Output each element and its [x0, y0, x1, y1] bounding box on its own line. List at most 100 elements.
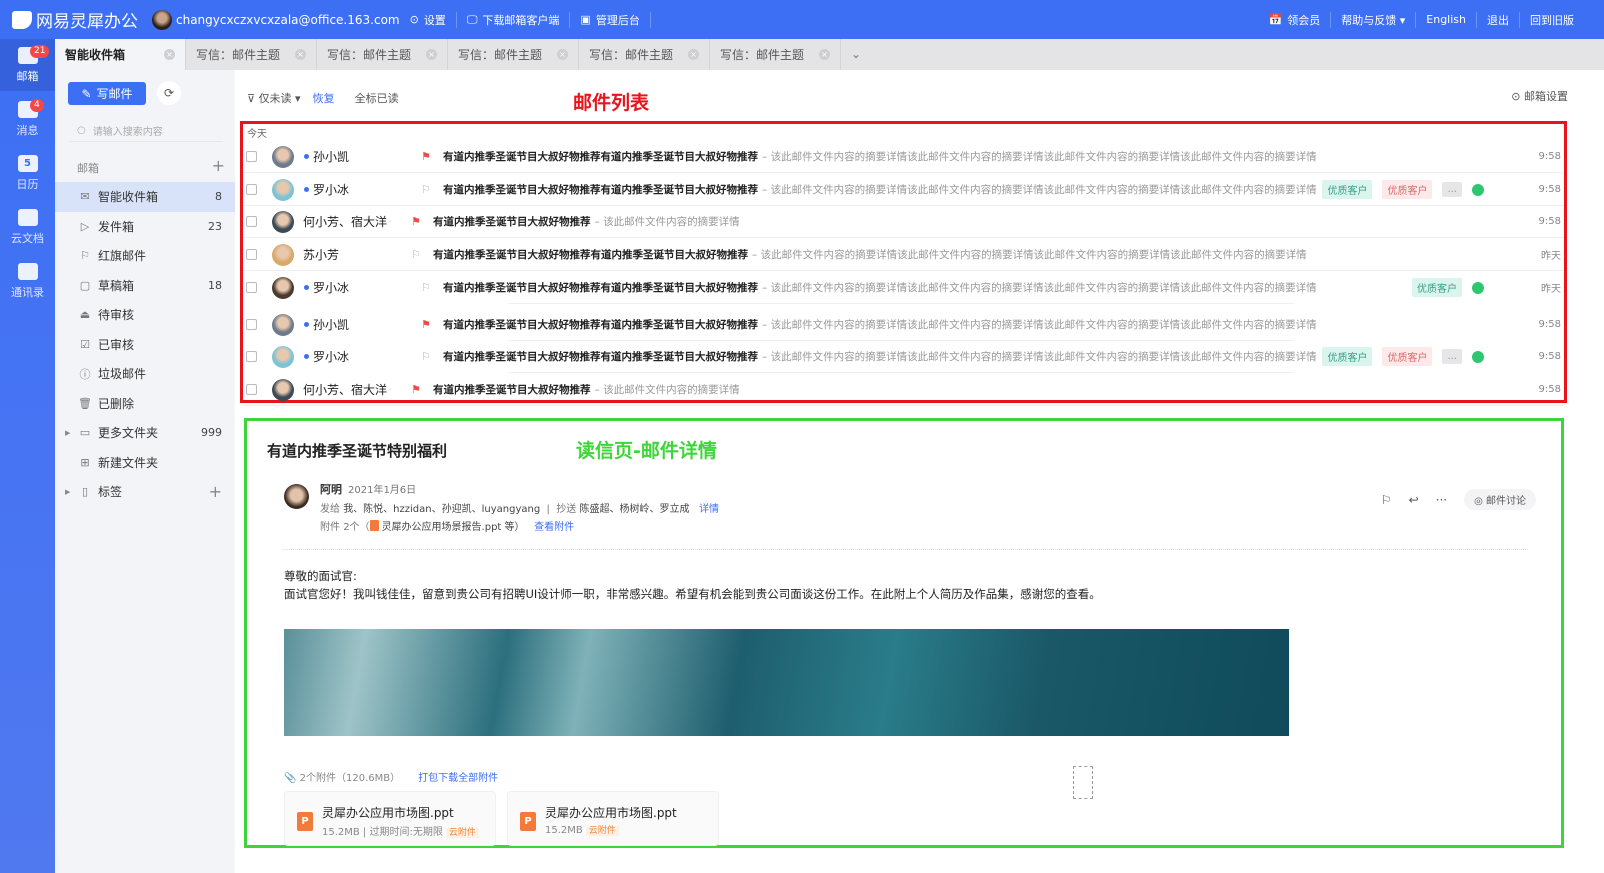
tab-compose[interactable]: 写信：邮件主题 ×	[710, 39, 841, 70]
tab-compose[interactable]: 写信：邮件主题 ×	[317, 39, 448, 70]
tab-compose[interactable]: 写信：邮件主题 ×	[186, 39, 317, 70]
view-attachments-link[interactable]: 查看附件	[534, 522, 574, 533]
mail-row[interactable]: 何小芳、宿大洋 ⚑ 有道内推季圣诞节目大叔好物推荐 – 该此邮件文件内容的摘要详情 9:…	[243, 373, 1564, 406]
folder-item[interactable]: ▢ 草稿箱 18	[55, 271, 235, 301]
sender-avatar[interactable]	[284, 484, 309, 509]
expand-arrow-icon[interactable]: ▶	[65, 488, 70, 496]
unread-dot	[304, 322, 309, 327]
close-icon[interactable]: ×	[688, 49, 699, 60]
folder-item[interactable]: ▶ ▭ 更多文件夹 999	[55, 418, 235, 448]
red-flag-icon[interactable]: ⚑	[421, 150, 437, 163]
vip-link[interactable]: 📅 领会员	[1259, 11, 1332, 28]
folder-item[interactable]: ☑ 已审核	[55, 330, 235, 360]
avatar	[272, 378, 294, 401]
folder-item[interactable]: ⚐ 红旗邮件	[55, 241, 235, 271]
folder-item[interactable]: ▶ ▯ 标签 +	[55, 477, 235, 507]
close-icon[interactable]: ×	[164, 49, 175, 60]
search-input[interactable]: ○ 请输入搜索内容	[69, 120, 223, 142]
close-icon[interactable]: ×	[819, 49, 830, 60]
annotation-mail-list: 邮件列表	[573, 92, 650, 114]
restore-link[interactable]: 恢复	[313, 90, 335, 106]
row-checkbox[interactable]	[246, 351, 257, 362]
folder-count: 8	[215, 190, 222, 204]
more-icon[interactable]: ···	[1436, 493, 1447, 507]
tab-smart-inbox[interactable]: 智能收件箱 ×	[55, 39, 186, 70]
mail-discussion-button[interactable]: ◎ 邮件讨论	[1464, 489, 1536, 510]
avatar	[272, 345, 294, 368]
row-checkbox[interactable]	[246, 282, 257, 293]
write-mail-button[interactable]: ✎ 写邮件	[68, 82, 146, 105]
flag-outline-icon[interactable]: ⚐	[421, 281, 437, 294]
attachment-name: 灵犀办公应用市场图.ppt	[322, 806, 454, 820]
unread-filter[interactable]: ⊽ 仅未读 ▾	[247, 90, 301, 106]
red-flag-icon[interactable]: ⚑	[411, 215, 427, 228]
settings-link[interactable]: ⊙ 设置	[400, 11, 457, 28]
rail-item-mail[interactable]: 邮箱 21	[0, 39, 55, 91]
logo[interactable]: 网易灵犀办公	[12, 7, 138, 32]
row-checkbox[interactable]	[246, 151, 257, 162]
old-version-link[interactable]: 回到旧版	[1520, 12, 1584, 28]
sender-name[interactable]: 阿明	[320, 483, 342, 496]
rail-item-message[interactable]: 消息 4	[0, 93, 55, 145]
logout-link[interactable]: 退出	[1477, 11, 1520, 28]
more-tags-button[interactable]: ...	[1442, 349, 1462, 364]
english-link[interactable]: English	[1416, 11, 1477, 28]
details-link[interactable]: 详情	[699, 504, 719, 515]
download-all-link[interactable]: 打包下载全部附件	[418, 769, 498, 784]
expand-arrow-icon[interactable]: ▶	[65, 429, 70, 437]
download-client-link[interactable]: 🖵 下载邮箱客户端	[457, 11, 571, 28]
red-flag-icon[interactable]: ⚑	[421, 318, 437, 331]
close-icon[interactable]: ×	[426, 49, 437, 60]
mail-row[interactable]: 罗小冰 ⚐ 有道内推季圣诞节目大叔好物推荐有道内推季圣诞节目大叔好物推荐 – 该此邮件…	[243, 340, 1564, 373]
attachment-name: 灵犀办公应用市场图.ppt	[545, 806, 677, 820]
mailbox-settings-button[interactable]: ⊙ 邮箱设置	[1511, 88, 1568, 104]
flag-outline-icon[interactable]: ⚐	[411, 248, 427, 261]
close-icon[interactable]: ×	[557, 49, 568, 60]
refresh-button[interactable]: ⟳	[157, 81, 181, 105]
attachment-card[interactable]: P 灵犀办公应用市场图.ppt 15.2MB 云附件	[507, 791, 719, 846]
customer-tag: 优质客户	[1322, 180, 1373, 199]
close-icon[interactable]: ×	[295, 49, 306, 60]
paperclip-icon: 📎	[284, 773, 297, 784]
folder-item[interactable]: ⊞ 新建文件夹	[55, 448, 235, 478]
folder-item[interactable]: ▷ 发件箱 23	[55, 212, 235, 242]
user-avatar[interactable]	[152, 9, 172, 30]
folder-item[interactable]: 🗑 已删除	[55, 389, 235, 419]
attachment-card[interactable]: P 灵犀办公应用市场图.ppt 15.2MB | 过期时间:无期限 云附件	[284, 791, 496, 846]
reply-icon[interactable]: ↩	[1409, 493, 1419, 507]
mail-row[interactable]: 何小芳、宿大洋 ⚑ 有道内推季圣诞节目大叔好物推荐 – 该此邮件文件内容的摘要详情 9:…	[243, 205, 1564, 238]
mail-time: 昨天	[1541, 251, 1561, 262]
flag-outline-icon[interactable]: ⚐	[421, 350, 437, 363]
avatar	[272, 178, 294, 201]
tab-compose[interactable]: 写信：邮件主题 ×	[579, 39, 710, 70]
rail-item-contacts[interactable]: 通讯录	[0, 255, 55, 307]
row-checkbox[interactable]	[246, 319, 257, 330]
more-tags-button[interactable]: ...	[1442, 182, 1462, 197]
mail-row[interactable]: 孙小凯 ⚑ 有道内推季圣诞节目大叔好物推荐有道内推季圣诞节目大叔好物推荐 – 该此邮件…	[243, 308, 1564, 341]
mail-row[interactable]: 罗小冰 ⚐ 有道内推季圣诞节目大叔好物推荐有道内推季圣诞节目大叔好物推荐 – 该此邮件…	[243, 173, 1564, 206]
flag-outline-icon[interactable]: ⚐	[421, 183, 437, 196]
folder-item[interactable]: ⏏ 待审核	[55, 300, 235, 330]
help-feedback-menu[interactable]: 帮助与反馈 ▾	[1331, 11, 1417, 28]
add-mailbox-icon[interactable]: +	[212, 158, 225, 176]
row-checkbox[interactable]	[246, 384, 257, 395]
mail-row[interactable]: 罗小冰 ⚐ 有道内推季圣诞节目大叔好物推荐有道内推季圣诞节目大叔好物推荐 – 该此邮件…	[243, 271, 1564, 304]
tab-compose[interactable]: 写信：邮件主题 ×	[448, 39, 579, 70]
row-checkbox[interactable]	[246, 184, 257, 195]
mailbox-settings-label: 邮箱设置	[1524, 90, 1568, 103]
mark-all-read-button[interactable]: 全标已读	[355, 90, 399, 106]
chevron-down-icon[interactable]: ⌄	[841, 39, 871, 70]
rail-item-cloud-doc[interactable]: 云文档	[0, 201, 55, 253]
admin-link[interactable]: ▣ 管理后台	[570, 11, 651, 28]
rail-item-calendar[interactable]: 5 日历	[0, 147, 55, 199]
folder-item[interactable]: ✉ 智能收件箱 8	[55, 182, 235, 212]
row-checkbox[interactable]	[246, 249, 257, 260]
flag-icon[interactable]: ⚐	[1381, 493, 1392, 507]
folder-item[interactable]: ⓘ 垃圾邮件	[55, 359, 235, 389]
row-checkbox[interactable]	[246, 216, 257, 227]
mail-row[interactable]: 苏小芳 ⚐ 有道内推季圣诞节目大叔好物推荐有道内推季圣诞节目大叔好物推荐 – 该此邮件…	[243, 238, 1564, 271]
unread-dot	[304, 154, 309, 159]
folder-label: 标签	[98, 485, 123, 500]
red-flag-icon[interactable]: ⚑	[411, 383, 427, 396]
mail-row[interactable]: 孙小凯 ⚑ 有道内推季圣诞节目大叔好物推荐有道内推季圣诞节目大叔好物推荐 – 该此邮件…	[243, 140, 1564, 173]
